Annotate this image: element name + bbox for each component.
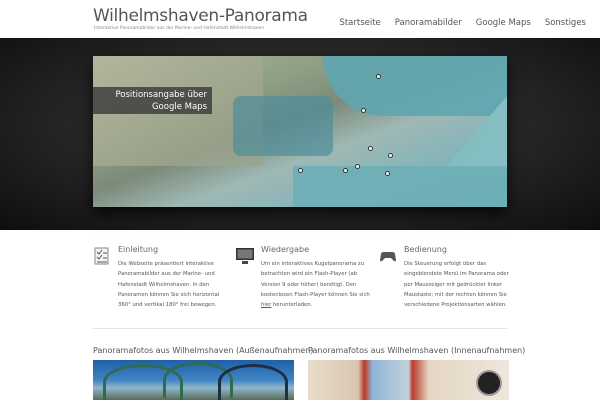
site-subtitle: Interaktive Panoramabilder aus der Marin…: [94, 26, 264, 31]
caption-line: Google Maps: [151, 102, 207, 112]
download-link[interactable]: hier: [261, 302, 271, 308]
text: Um ein interaktives Kugelpanorama zu bet…: [261, 261, 370, 298]
porthole: [476, 370, 502, 396]
map-pin-icon[interactable]: [385, 171, 390, 176]
feature-text: Die Webseite präsentiert interaktive Pan…: [118, 261, 220, 309]
map-caption[interactable]: Positionsangabe über Google Maps: [93, 87, 212, 114]
nav-startseite[interactable]: Startseite: [339, 18, 380, 28]
map-pin-icon[interactable]: [343, 168, 348, 173]
feature-text: Die Steuerung erfolgt über das eingeblen…: [404, 261, 509, 309]
map-harbor: [233, 96, 333, 156]
hero-band: Positionsangabe über Google Maps: [0, 38, 600, 230]
section-title: Panoramafotos aus Wilhelmshaven (Innenau…: [308, 346, 526, 355]
feature-title: Einleitung: [118, 245, 159, 254]
gamepad-icon: [380, 252, 396, 262]
nav-sonstiges[interactable]: Sonstiges: [545, 18, 586, 28]
nav-panoramabilder[interactable]: Panoramabilder: [395, 18, 462, 28]
map-pin-icon[interactable]: [388, 153, 393, 158]
site-title[interactable]: Wilhelmshaven-Panorama: [93, 6, 308, 26]
map-pin-icon[interactable]: [376, 74, 381, 79]
feature-text: Um ein interaktives Kugelpanorama zu bet…: [261, 259, 371, 310]
feature-wiedergabe: Wiedergabe Um ein interaktives Kugelpano…: [236, 245, 371, 310]
divider: [93, 328, 507, 329]
nav-google-maps[interactable]: Google Maps: [476, 18, 531, 28]
map-pin-icon[interactable]: [361, 108, 366, 113]
map-pin-icon[interactable]: [298, 168, 303, 173]
panorama-thumbnail-aussen[interactable]: [93, 360, 294, 400]
section-title: Panoramafotos aus Wilhelmshaven (Außenau…: [93, 346, 314, 355]
hero-map-image[interactable]: [93, 56, 507, 207]
map-water: [323, 56, 507, 116]
panorama-thumbnail-innen[interactable]: [308, 360, 509, 400]
bridge-arch: [218, 364, 288, 400]
feature-title: Bedienung: [404, 245, 447, 254]
monitor-icon: [236, 248, 254, 264]
feature-title: Wiedergabe: [261, 245, 310, 254]
map-water: [293, 166, 507, 207]
feature-bedienung: Bedienung Die Steuerung erfolgt über das…: [379, 245, 514, 310]
caption-line: Positionsangabe über: [115, 90, 207, 100]
checklist-icon: [94, 247, 109, 265]
map-pin-icon[interactable]: [368, 146, 373, 151]
header: Wilhelmshaven-Panorama Interaktive Panor…: [0, 0, 600, 38]
map-pin-icon[interactable]: [355, 164, 360, 169]
main-nav: Startseite Panoramabilder Google Maps So…: [339, 18, 600, 28]
feature-einleitung: Einleitung Die Webseite präsentiert inte…: [93, 245, 228, 310]
text: herunterladen.: [271, 302, 313, 309]
